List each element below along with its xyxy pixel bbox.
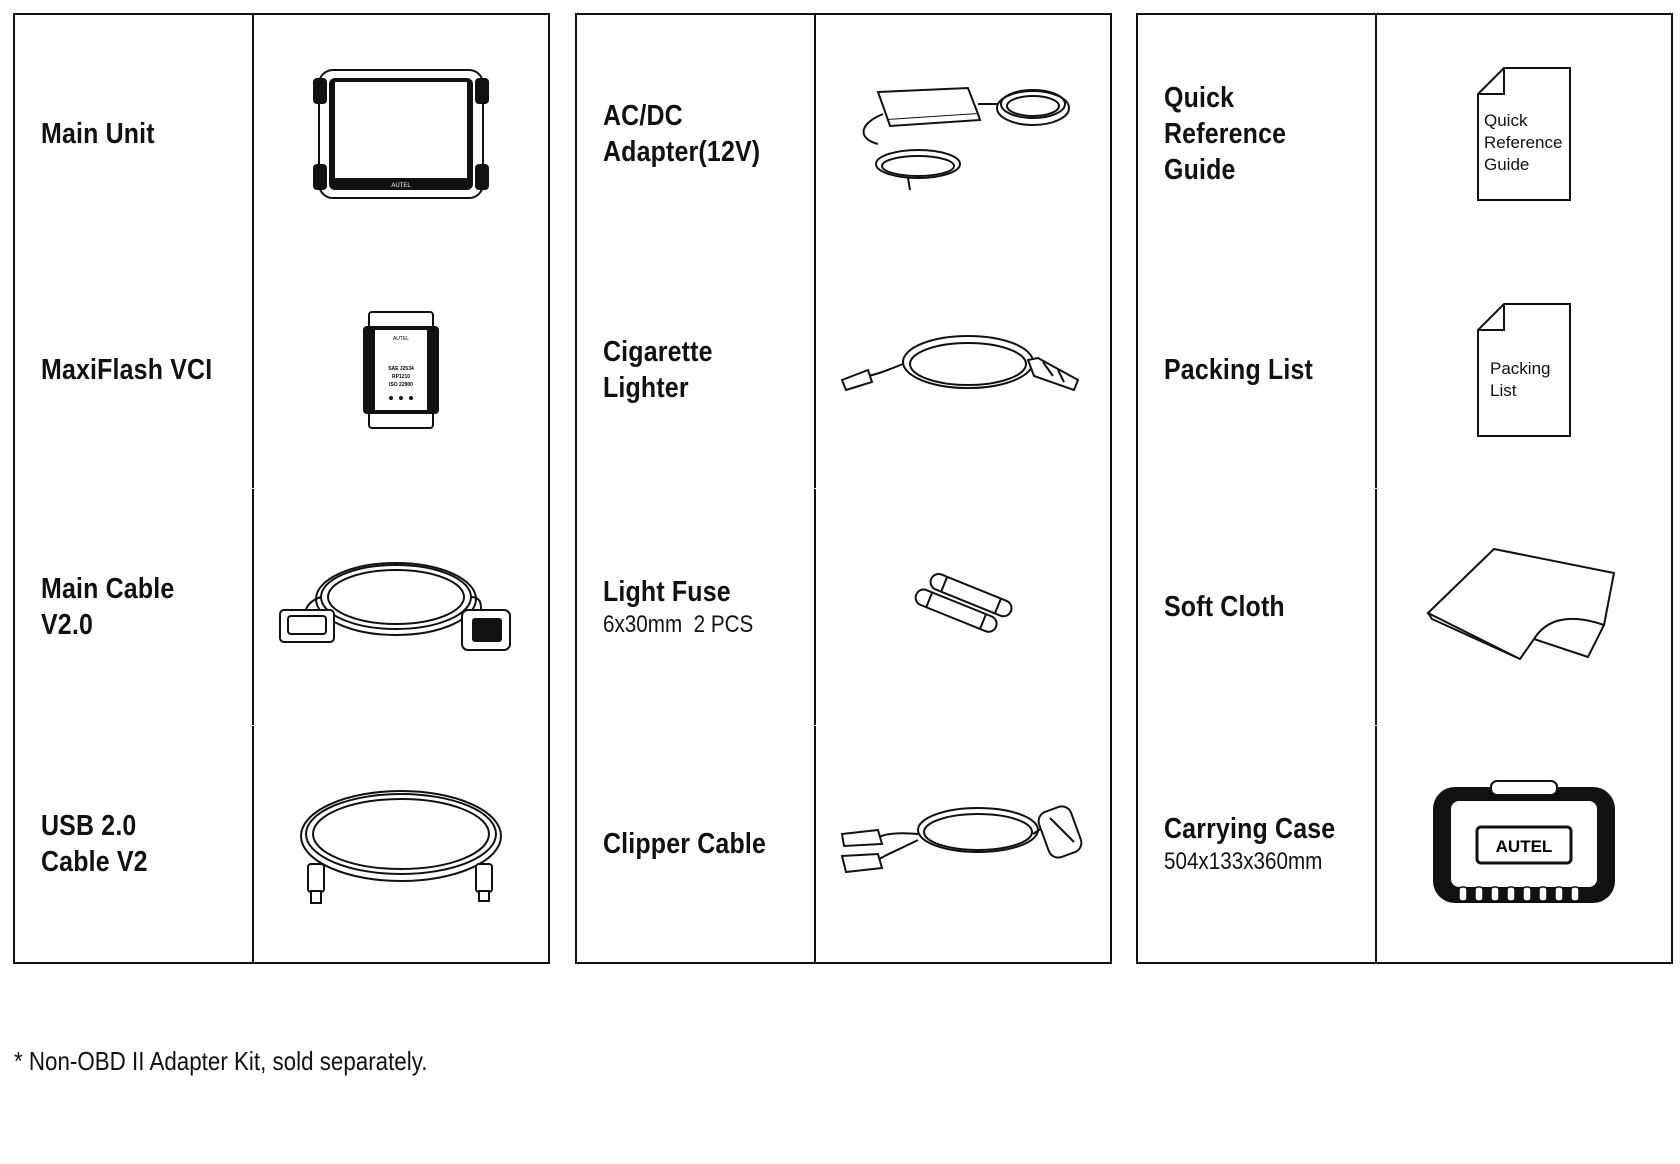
usb-cable-icon: [300, 790, 502, 904]
item-row-cigarette-lighter: Cigarette Lighter: [577, 252, 1110, 488]
accessories-table-3: Quick Reference Guide Quick Reference Gu…: [1136, 13, 1673, 964]
item-name: AC/DC Adapter(12V): [603, 99, 761, 168]
item-row-main-cable: Main Cable V2.0: [15, 489, 548, 725]
item-name: Carrying Case: [1164, 813, 1336, 845]
item-name: Soft Cloth: [1164, 591, 1285, 623]
svg-text:AUTEL: AUTEL: [391, 183, 411, 189]
item-spec: 6x30mm 2 PCS: [603, 611, 754, 638]
accessories-table-1: Main Unit AUTEL MaxiFlash VCI AUTEL SAE …: [13, 13, 550, 964]
svg-text:SAE J2534: SAE J2534: [388, 366, 414, 372]
item-row-soft-cloth: Soft Cloth: [1138, 489, 1671, 725]
cigarette-lighter-cable-icon: [840, 335, 1080, 392]
svg-text:List: List: [1490, 381, 1517, 400]
svg-text:Reference: Reference: [1484, 133, 1562, 152]
item-row-packing-list: Packing List Packing List: [1138, 252, 1671, 488]
item-row-carrying-case: Carrying Case 504x133x360mm AUTEL: [1138, 726, 1671, 962]
svg-text:ISO 22900: ISO 22900: [389, 382, 413, 388]
item-name: USB 2.0 Cable V2: [41, 810, 148, 878]
vci-device-icon: AUTEL SAE J2534 RP1210 ISO 22900: [363, 311, 439, 429]
item-row-vci: MaxiFlash VCI AUTEL SAE J2534 RP1210 ISO…: [15, 252, 548, 488]
item-spec: 504x133x360mm: [1164, 848, 1323, 875]
item-name: Light Fuse: [603, 576, 731, 608]
item-name: Main Cable V2.0: [41, 573, 175, 641]
svg-text:RP1210: RP1210: [392, 374, 410, 380]
document-icon: Quick Reference Guide: [1477, 66, 1571, 201]
obd-cable-icon: [279, 562, 511, 651]
svg-text:AUTEL: AUTEL: [393, 336, 409, 342]
item-name: Packing List: [1164, 354, 1313, 386]
footnote: * Non-OBD II Adapter Kit, sold separatel…: [14, 1046, 428, 1076]
accessories-table-2: AC/DC Adapter(12V) Cigarette Lighter Lig…: [575, 13, 1112, 964]
item-row-main-unit: Main Unit AUTEL: [15, 15, 548, 252]
power-adapter-icon: [862, 86, 1070, 190]
svg-text:AUTEL: AUTEL: [1496, 837, 1553, 856]
fuses-icon: [914, 573, 1013, 633]
item-name: Cigarette Lighter: [603, 336, 713, 404]
item-row-quick-reference: Quick Reference Guide Quick Reference Gu…: [1138, 15, 1671, 252]
item-name: Clipper Cable: [603, 828, 766, 860]
clipper-cable-icon: [840, 805, 1083, 874]
item-row-adapter: AC/DC Adapter(12V): [577, 15, 1110, 252]
item-row-usb-cable: USB 2.0 Cable V2: [15, 726, 548, 962]
svg-text:Guide: Guide: [1484, 155, 1529, 174]
svg-text:Quick: Quick: [1484, 111, 1528, 130]
item-row-light-fuse: Light Fuse 6x30mm 2 PCS: [577, 489, 1110, 725]
tablet-icon: AUTEL: [313, 68, 489, 199]
item-name: MaxiFlash VCI: [41, 354, 213, 386]
item-name: Main Unit: [41, 117, 155, 150]
item-name: Quick Reference Guide: [1164, 81, 1287, 186]
svg-text:Packing: Packing: [1490, 359, 1550, 378]
item-row-clipper-cable: Clipper Cable: [577, 726, 1110, 962]
document-icon: Packing List: [1477, 303, 1571, 437]
carrying-case-icon: AUTEL: [1433, 780, 1615, 903]
cloth-icon: [1426, 547, 1616, 661]
